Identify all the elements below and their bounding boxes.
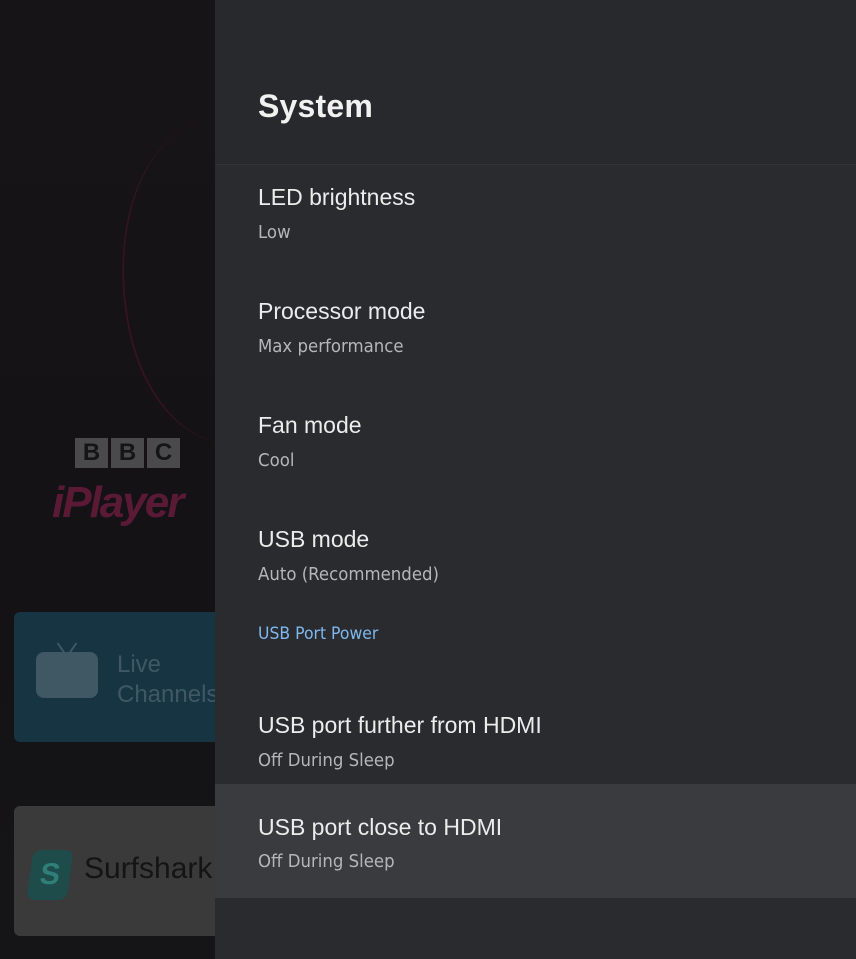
system-settings-panel: System LED brightness Low Processor mode… xyxy=(215,0,856,959)
bbc-logo: B B C xyxy=(75,438,180,468)
pref-title: LED brightness xyxy=(258,184,416,210)
pref-summary: Max performance xyxy=(258,336,404,357)
pref-summary: Auto (Recommended) xyxy=(258,564,439,585)
pref-summary: Off During Sleep xyxy=(258,851,395,872)
pref-title: USB mode xyxy=(258,526,370,552)
pref-title: USB port close to HDMI xyxy=(258,814,503,840)
pref-title: USB port further from HDMI xyxy=(258,712,542,738)
launcher-background: B B C iPlayer Live Channels Surfshark xyxy=(0,0,215,959)
tv-icon xyxy=(36,652,98,698)
surfshark-tile[interactable]: Surfshark xyxy=(14,806,215,936)
backdrop-glow xyxy=(88,102,215,458)
bbc-letter-b1: B xyxy=(75,438,108,468)
panel-title: System xyxy=(258,88,374,124)
usb-port-further-item[interactable]: USB port further from HDMI Off During Sl… xyxy=(215,683,856,797)
surfshark-icon xyxy=(26,850,74,900)
pref-title: Fan mode xyxy=(258,412,362,438)
usb-port-power-category: USB Port Power xyxy=(258,624,379,644)
pref-title: Processor mode xyxy=(258,298,426,324)
pref-summary: Low xyxy=(258,222,291,243)
usb-mode-item[interactable]: USB mode Auto (Recommended) xyxy=(215,497,856,611)
pref-summary: Cool xyxy=(258,450,295,471)
fan-mode-item[interactable]: Fan mode Cool xyxy=(215,383,856,497)
surfshark-label: Surfshark xyxy=(84,852,213,885)
led-brightness-item[interactable]: LED brightness Low xyxy=(215,155,856,269)
bbc-letter-c: C xyxy=(147,438,180,468)
live-channels-label: Live Channels xyxy=(117,651,215,708)
usb-port-close-item[interactable]: USB port close to HDMI Off During Sleep xyxy=(215,784,856,898)
iplayer-logo: iPlayer xyxy=(52,478,184,527)
bbc-letter-b2: B xyxy=(111,438,144,468)
processor-mode-item[interactable]: Processor mode Max performance xyxy=(215,269,856,383)
panel-header: System xyxy=(215,0,856,165)
pref-summary: Off During Sleep xyxy=(258,750,395,771)
live-channels-tile[interactable]: Live Channels xyxy=(14,612,215,742)
tv-screen: B B C iPlayer Live Channels Surfshark Sy… xyxy=(0,0,856,959)
